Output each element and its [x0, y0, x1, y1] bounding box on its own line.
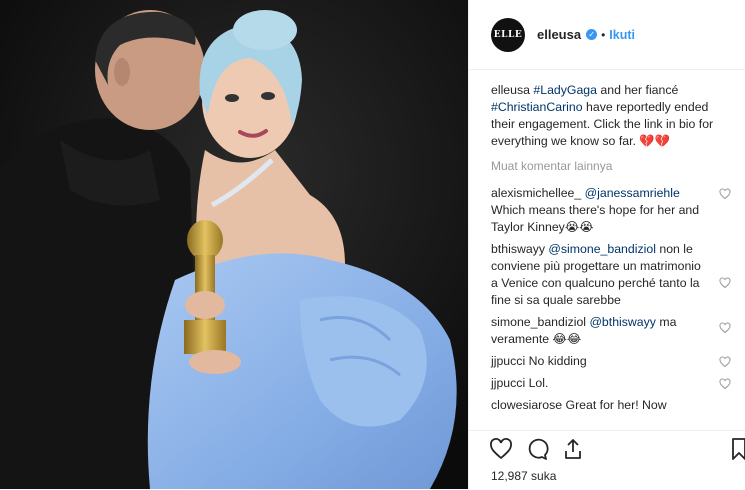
comment-username[interactable]: bthiswayy [491, 242, 545, 256]
comments-section: elleusa #LadyGaga and her fiancé #Christ… [469, 70, 745, 414]
comment-mention[interactable]: @bthiswayy [589, 315, 655, 329]
comment-item: alexismichellee_ @janessamriehle Which m… [491, 185, 731, 236]
comment-username[interactable]: alexismichellee_ [491, 186, 581, 200]
follow-button[interactable]: Ikuti [609, 28, 635, 42]
comment-icon[interactable] [525, 437, 549, 461]
header-separator: • [601, 27, 606, 42]
comment-username[interactable]: jjpucci [491, 376, 525, 390]
share-icon[interactable] [561, 437, 585, 461]
caption-hashtag-ladygaga[interactable]: #LadyGaga [533, 83, 597, 97]
post-actions: 12,987 suka [469, 430, 745, 490]
caption-hashtag-christiancarino[interactable]: #ChristianCarino [491, 100, 583, 114]
post-header: ELLE elleusa ✓ • Ikuti [469, 0, 745, 70]
heart-icon[interactable] [719, 188, 731, 200]
post-side-panel: ELLE elleusa ✓ • Ikuti elleusa #LadyGaga… [468, 0, 745, 490]
comment-mention[interactable]: @simone_bandiziol [548, 242, 656, 256]
comment-item: jjpucci No kidding [491, 353, 731, 370]
load-more-comments[interactable]: Muat komentar lainnya [491, 158, 731, 175]
comment-item: simone_bandiziol @bthiswayy ma veramente… [491, 314, 731, 348]
comment-item: bthiswayy @simone_bandiziol non le convi… [491, 241, 731, 309]
comment-text: Lol. [525, 376, 549, 390]
heart-icon[interactable] [719, 322, 731, 334]
post-photo[interactable] [0, 0, 468, 489]
post-caption: elleusa #LadyGaga and her fiancé #Christ… [491, 82, 731, 150]
comment-username[interactable]: jjpucci [491, 354, 525, 368]
heart-icon[interactable] [489, 437, 513, 461]
account-avatar[interactable]: ELLE [491, 17, 525, 52]
heart-icon[interactable] [719, 277, 731, 289]
likes-count[interactable]: 12,987 suka [469, 461, 745, 483]
comment-text: Great for her! Now [562, 398, 667, 412]
comment-mention[interactable]: @janessamriehle [585, 186, 680, 200]
comment-item: jjpucci Lol. [491, 375, 731, 392]
account-username[interactable]: elleusa [537, 27, 581, 42]
caption-text-1: and her fiancé [596, 83, 679, 97]
comment-username[interactable]: simone_bandiziol [491, 315, 586, 329]
heart-icon[interactable] [719, 356, 731, 368]
comment-username[interactable]: clowesiarose [491, 398, 562, 412]
photo-illustration [0, 0, 468, 489]
bookmark-icon[interactable] [731, 438, 745, 460]
comment-item: clowesiarose Great for her! Now [491, 397, 731, 414]
heart-icon[interactable] [719, 378, 731, 390]
broken-heart-emoji: 💔💔 [639, 134, 670, 148]
caption-username[interactable]: elleusa [491, 83, 530, 97]
comment-text: No kidding [525, 354, 587, 368]
verified-icon: ✓ [586, 29, 598, 40]
comment-text: Which means there's hope for her and Tay… [491, 203, 700, 234]
